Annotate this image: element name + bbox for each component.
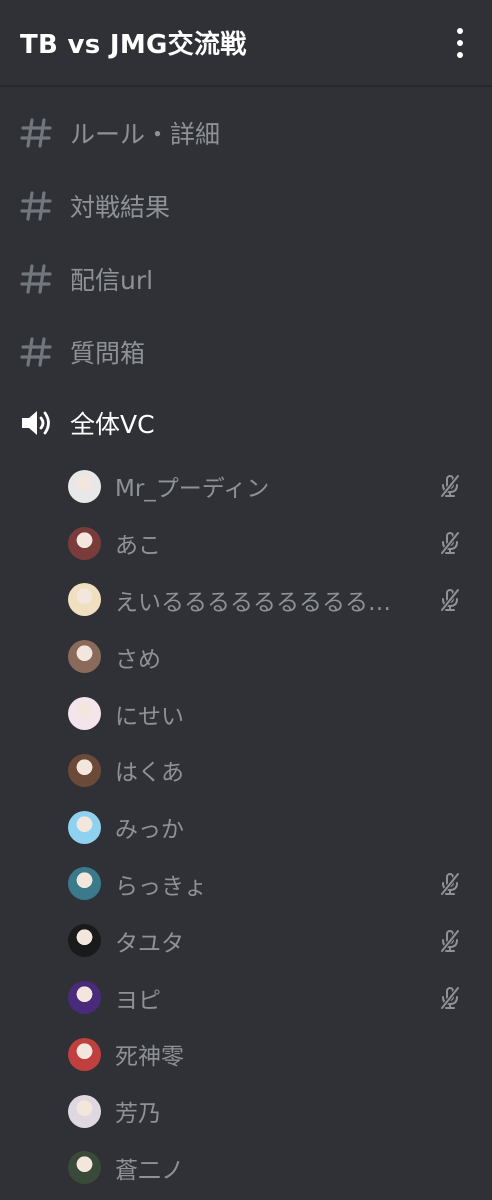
channel-questions[interactable]: 質問箱 — [0, 315, 492, 388]
avatar — [68, 697, 101, 731]
channel-results[interactable]: 対戦結果 — [0, 169, 492, 242]
channel-name: ルール・詳細 — [70, 119, 221, 149]
member-name: 芳乃 — [115, 1101, 161, 1128]
kebab-dot — [457, 39, 463, 46]
avatar — [68, 1094, 101, 1128]
avatar — [68, 526, 101, 560]
member-name: 死神零 — [115, 1044, 184, 1071]
voice-member[interactable]: はくあ — [0, 742, 492, 799]
voice-member[interactable]: あこ — [0, 515, 492, 572]
channel-stream-url[interactable]: 配信url — [0, 242, 492, 315]
avatar — [68, 981, 101, 1015]
voice-member[interactable]: らっきょ — [0, 856, 492, 913]
avatar — [68, 640, 101, 674]
hash-icon — [20, 263, 52, 294]
avatar — [68, 1037, 101, 1071]
voice-member-list: Mr_プーディンあこえいるるるるるるるるるるる... さめにせいはくあみっからっき… — [0, 458, 492, 1196]
member-name: さめ — [115, 646, 161, 673]
avatar — [68, 810, 101, 844]
member-name: ヨピ — [115, 987, 161, 1014]
voice-member[interactable]: みっか — [0, 799, 492, 856]
mic-muted-icon — [440, 475, 460, 498]
channel-name: 対戦結果 — [70, 192, 171, 222]
kebab-dot — [457, 27, 463, 34]
server-header: TB vs JMG交流戦 — [0, 0, 492, 86]
avatar — [68, 583, 101, 617]
text-channel-list: ルール・詳細 対戦結果 配信url 質問箱 — [0, 96, 492, 388]
member-name: らっきょ — [115, 873, 207, 900]
voice-member[interactable]: にせい — [0, 685, 492, 742]
member-name: みっか — [115, 817, 184, 844]
mic-muted-icon — [440, 986, 460, 1009]
server-title[interactable]: TB vs JMG交流戦 — [20, 24, 247, 61]
member-name: えいるるるるるるるるるるる... — [115, 589, 399, 616]
channel-name: 質問箱 — [70, 338, 146, 368]
hash-icon — [20, 117, 52, 148]
avatar — [68, 924, 101, 958]
member-name: はくあ — [115, 760, 184, 787]
channel-rules[interactable]: ルール・詳細 — [0, 96, 492, 169]
channel-name: 配信url — [70, 265, 154, 295]
more-vertical-icon[interactable] — [450, 23, 470, 63]
voice-member[interactable]: 死神零 — [0, 1026, 492, 1083]
member-name: あこ — [115, 533, 161, 560]
voice-member[interactable]: 蒼二ノ — [0, 1140, 492, 1197]
voice-member[interactable]: えいるるるるるるるるるるる... — [0, 572, 492, 629]
avatar — [68, 1151, 101, 1185]
hash-icon — [20, 190, 52, 221]
mic-muted-icon — [440, 531, 460, 555]
voice-member[interactable]: タユタ — [0, 912, 492, 969]
avatar — [68, 469, 101, 503]
mic-muted-icon — [440, 872, 460, 896]
avatar — [68, 867, 101, 901]
kebab-dot — [457, 51, 463, 58]
voice-channel[interactable]: 全体VC — [0, 388, 492, 458]
member-name: タユタ — [115, 930, 184, 957]
voice-member[interactable]: Mr_プーディン — [0, 458, 492, 515]
member-name: にせい — [115, 703, 184, 730]
voice-channel-name: 全体VC — [70, 410, 155, 439]
mic-muted-icon — [440, 929, 460, 953]
hash-icon — [20, 336, 52, 367]
avatar — [68, 753, 101, 787]
voice-member[interactable]: 芳乃 — [0, 1083, 492, 1140]
voice-member[interactable]: さめ — [0, 628, 492, 685]
mic-muted-icon — [440, 588, 460, 612]
speaker-icon — [22, 411, 50, 435]
member-name: Mr_プーディン — [115, 476, 270, 503]
voice-member[interactable]: ヨピ — [0, 969, 492, 1026]
member-name: 蒼二ノ — [115, 1157, 184, 1184]
